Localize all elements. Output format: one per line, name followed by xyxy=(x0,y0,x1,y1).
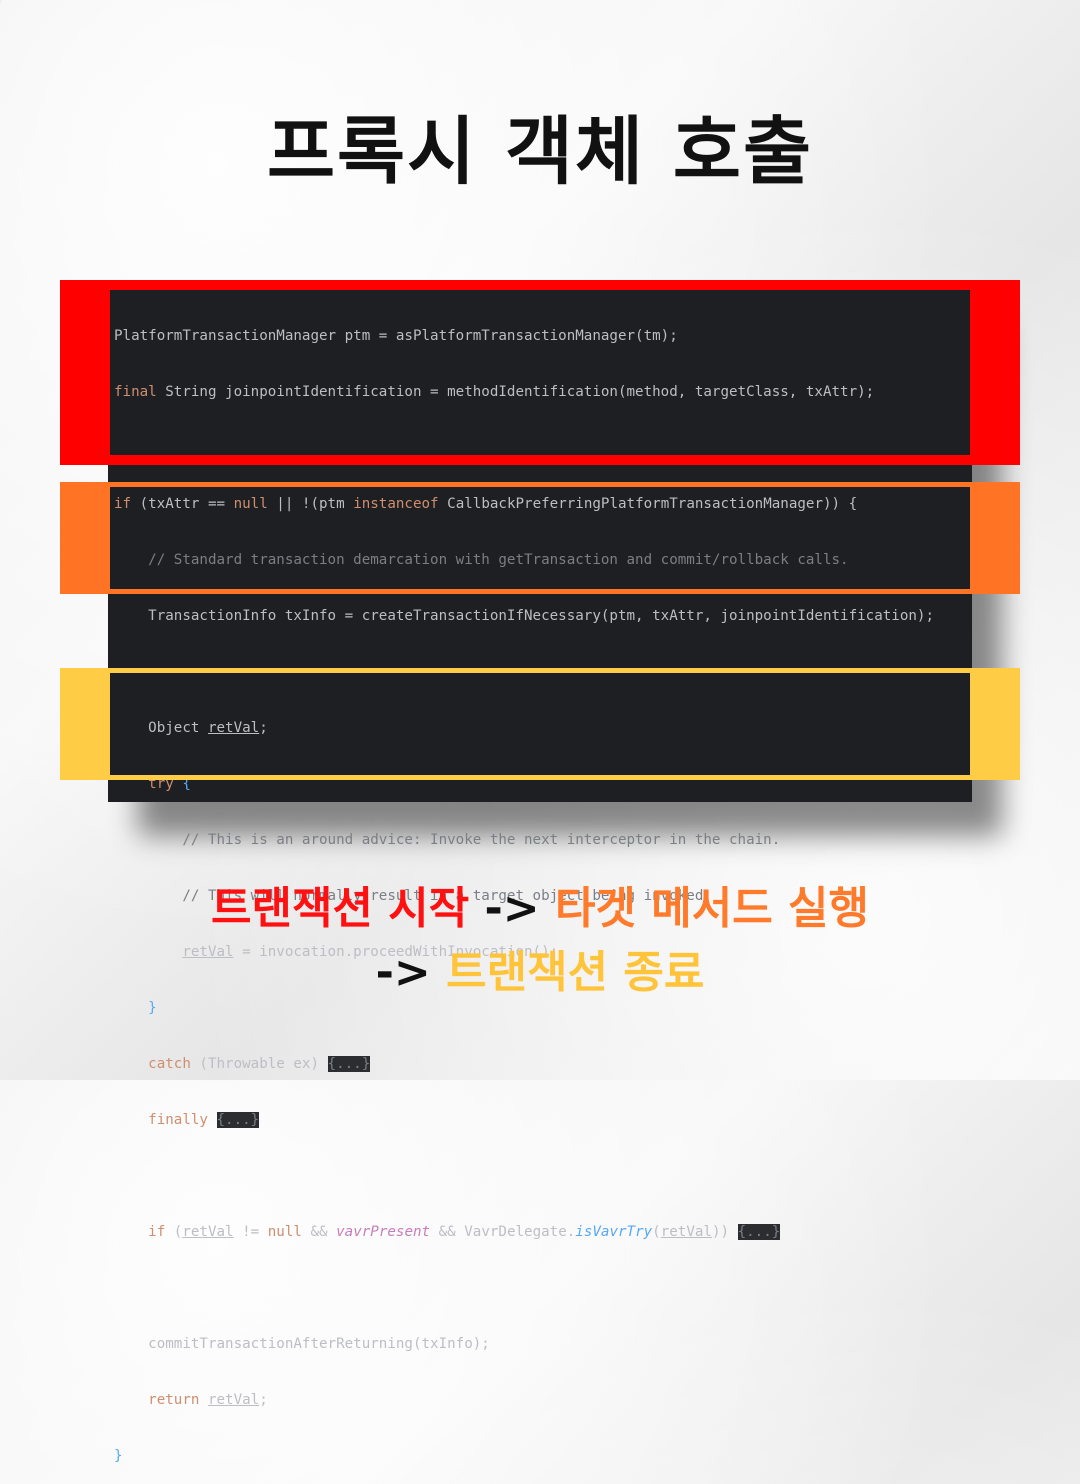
highlight-target-invocation xyxy=(60,482,1020,594)
code-line-6: TransactionInfo txInfo = createTransacti… xyxy=(114,608,934,624)
keyword-catch: catch xyxy=(114,1056,191,1072)
keyword-null: null xyxy=(267,1224,302,1240)
code-text: )) xyxy=(711,1224,738,1240)
code-text: && VavrDelegate. xyxy=(430,1224,576,1240)
caption-target-method: 타겟 메서드 실행 xyxy=(554,883,869,934)
code-line-17: if (retVal != null && vavrPresent && Vav… xyxy=(114,1220,974,1244)
keyword-if: if xyxy=(114,1224,166,1240)
code-text: ; xyxy=(259,1392,268,1408)
variable-retval: retVal xyxy=(660,1224,712,1240)
code-line-19: commitTransactionAfterReturning(txInfo); xyxy=(114,1336,490,1352)
code-comment-line: // This is an around advice: Invoke the … xyxy=(114,832,781,848)
code-line-20: return retVal; xyxy=(114,1388,974,1412)
field-vavrpresent: vavrPresent xyxy=(336,1224,431,1240)
caption-transaction-end: 트랜잭션 종료 xyxy=(446,947,705,998)
code-line-21: } xyxy=(114,1448,123,1464)
keyword-finally: finally xyxy=(114,1112,208,1128)
code-text: && xyxy=(301,1224,337,1240)
folded-block[interactable]: {...} xyxy=(327,1056,371,1072)
caption-arrow: -> xyxy=(469,883,555,934)
page-title: 프록시 객체 호출 xyxy=(266,109,814,195)
caption-arrow: -> xyxy=(375,947,447,998)
code-text: ( xyxy=(652,1224,661,1240)
caption-line-1: 트랜잭션 시작 -> 타겟 메서드 실행 xyxy=(0,872,1080,936)
code-line-15: finally {...} xyxy=(114,1108,974,1132)
highlight-transaction-start xyxy=(60,280,1020,465)
code-text: ( xyxy=(165,1224,183,1240)
code-line-14: catch (Throwable ex) {...} xyxy=(114,1052,974,1076)
highlight-transaction-end xyxy=(60,668,1020,780)
code-text: != xyxy=(233,1224,268,1240)
folded-block[interactable]: {...} xyxy=(216,1112,260,1128)
method-isvavrtry: isVavrTry xyxy=(575,1224,653,1240)
caption-transaction-start: 트랜잭션 시작 xyxy=(211,883,470,934)
folded-block[interactable]: {...} xyxy=(737,1224,781,1240)
keyword-return: return xyxy=(114,1392,200,1408)
code-text: (Throwable ex) xyxy=(190,1056,328,1072)
caption-line-2: -> 트랜잭션 종료 xyxy=(0,936,1080,1000)
variable-retval: retVal xyxy=(207,1392,260,1408)
variable-retval: retVal xyxy=(182,1224,234,1240)
